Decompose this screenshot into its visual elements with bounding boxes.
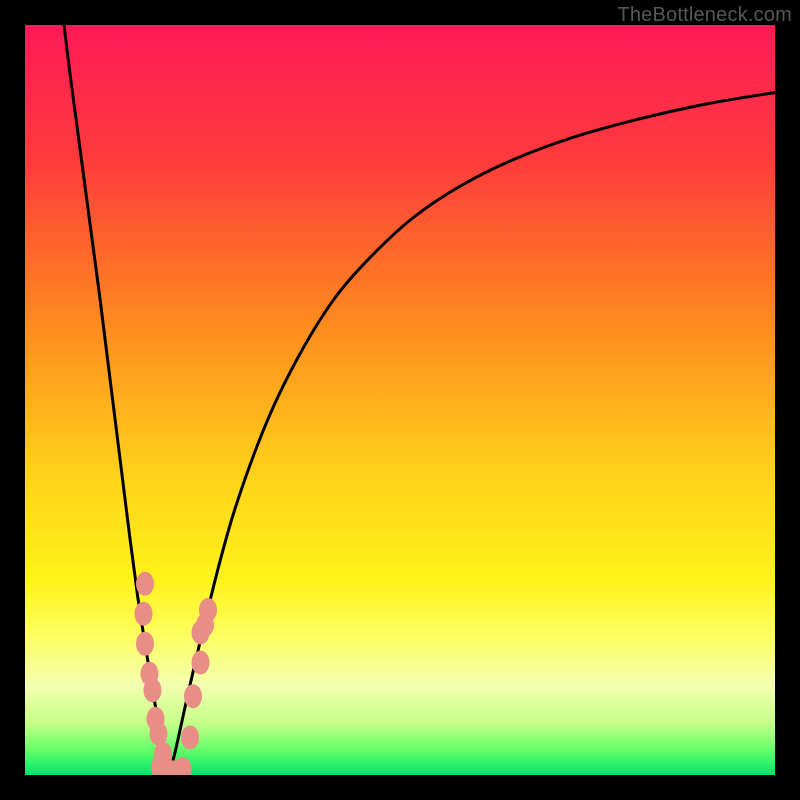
data-marker [135,602,153,626]
data-marker [150,722,168,746]
data-marker [136,572,154,596]
plot-area [25,25,775,775]
data-marker [181,726,199,750]
data-marker [199,598,217,622]
chart-background [25,25,775,775]
watermark-text: TheBottleneck.com [617,4,792,27]
data-marker [144,678,162,702]
data-marker [184,684,202,708]
data-marker [192,651,210,675]
chart-frame: TheBottleneck.com [0,0,800,800]
chart-svg [25,25,775,775]
data-marker [136,632,154,656]
